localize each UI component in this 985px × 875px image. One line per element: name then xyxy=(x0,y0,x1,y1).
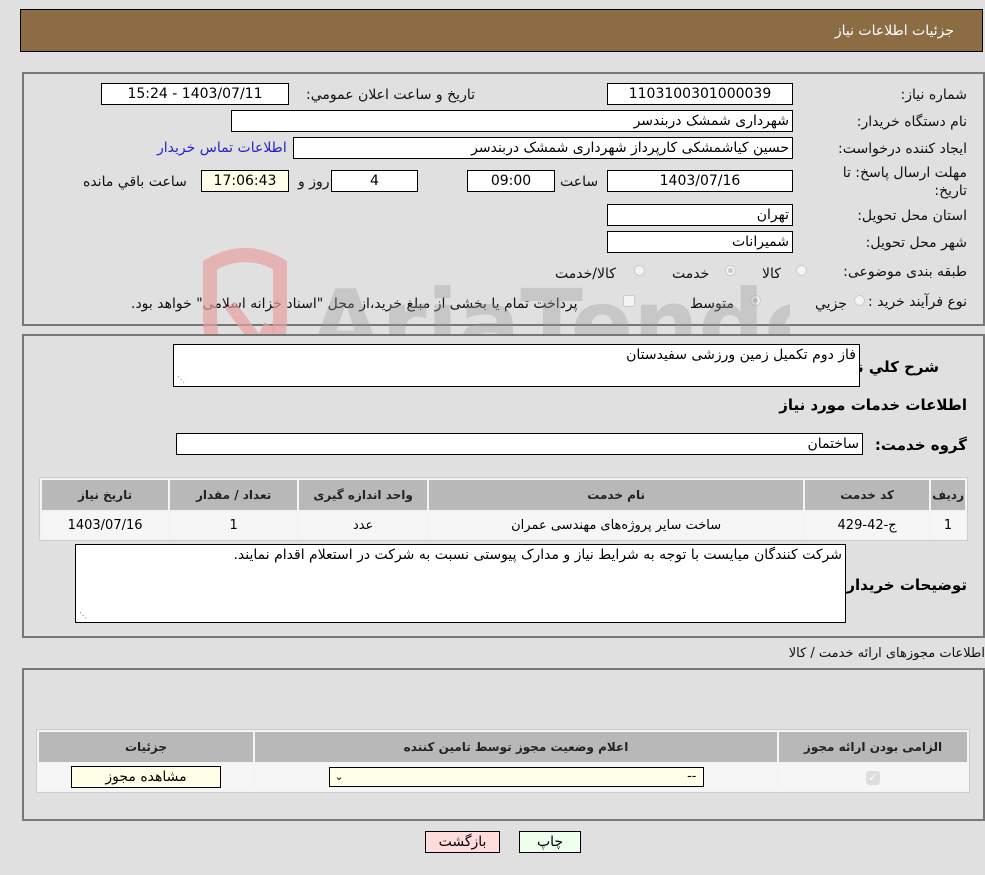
city-field[interactable]: شمیرانات xyxy=(607,231,793,253)
deadline-time-field[interactable]: 09:00 xyxy=(467,170,555,192)
summary-text: فاز دوم تکمیل زمین ورزشی سفیدستان xyxy=(626,347,856,363)
page-title: جزئیات اطلاعات نیاز xyxy=(834,23,954,39)
process-radio-minor[interactable] xyxy=(854,295,865,306)
resize-handle-icon[interactable]: ⋰ xyxy=(177,376,185,384)
buyer-org-field[interactable]: شهرداری شمشک دربندسر xyxy=(231,110,793,132)
remaining-label: ساعت باقي مانده xyxy=(83,174,187,190)
category-option-goods: کالا xyxy=(762,266,781,282)
process-option-medium: متوسط xyxy=(690,296,734,312)
back-button[interactable]: بازگشت xyxy=(425,831,500,853)
province-field[interactable]: تهران xyxy=(607,204,793,226)
category-option-goods-service: کالا/خدمت xyxy=(555,266,616,282)
table-row: 1 ج-42-429 ساخت سایر پروژه‌های مهندسی عم… xyxy=(42,512,965,538)
col-qty: تعداد / مقدار xyxy=(170,480,298,510)
cell-date: 1403/07/16 xyxy=(42,512,169,538)
col-code: کد خدمت xyxy=(805,480,930,510)
treasury-note: پرداخت تمام یا بخشی از مبلغ خرید،از محل … xyxy=(131,296,578,312)
services-table: ردیف کد خدمت نام خدمت واحد اندازه گیری ت… xyxy=(39,477,968,541)
cell-code: ج-42-429 xyxy=(805,512,930,538)
announce-field[interactable]: 1403/07/11 - 15:24 xyxy=(101,83,289,105)
deadline-label: مهلت ارسال پاسخ: تا xyxy=(842,165,967,181)
category-option-service: خدمت xyxy=(672,266,710,282)
category-radio-service[interactable] xyxy=(725,265,736,276)
permits-table-header: الزامی بودن ارائه مجوز اعلام وضعیت مجوز … xyxy=(39,732,967,762)
creator-label: ایجاد کننده درخواست: xyxy=(838,141,967,157)
buyer-org-label: نام دستگاه خریدار: xyxy=(856,114,967,130)
page-header: جزئیات اطلاعات نیاز xyxy=(20,9,983,52)
permits-table: الزامی بودن ارائه مجوز اعلام وضعیت مجوز … xyxy=(36,729,970,793)
buyer-contact-link[interactable]: اطلاعات تماس خریدار xyxy=(157,140,287,156)
required-checkbox[interactable]: ✓ xyxy=(866,770,880,785)
category-label: طبقه بندی موضوعی: xyxy=(843,264,967,280)
view-permit-button[interactable]: مشاهده مجوز xyxy=(71,766,221,788)
announce-label: تاریخ و ساعت اعلان عمومي: xyxy=(306,87,475,103)
need-number-field[interactable]: 1103100301000039 xyxy=(607,83,793,105)
col-details: جزئیات xyxy=(39,732,253,762)
deadline-label-2: تاریخ: xyxy=(934,183,967,199)
province-label: استان محل تحویل: xyxy=(857,208,967,224)
cell-qty: 1 xyxy=(170,512,298,538)
process-label: نوع فرآیند خرید : xyxy=(868,294,967,310)
remaining-time-field[interactable]: 17:06:43 xyxy=(201,170,289,192)
services-table-header: ردیف کد خدمت نام خدمت واحد اندازه گیری ت… xyxy=(42,480,965,510)
summary-textarea[interactable]: فاز دوم تکمیل زمین ورزشی سفیدستان ⋰ xyxy=(173,344,860,387)
cell-row: 1 xyxy=(931,512,965,538)
col-unit: واحد اندازه گیری xyxy=(299,480,428,510)
deadline-time-label: ساعت xyxy=(560,174,599,190)
status-select-value: -- xyxy=(687,769,697,784)
cell-unit: عدد xyxy=(299,512,428,538)
col-date: تاریخ نیاز xyxy=(42,480,169,510)
process-radio-medium[interactable] xyxy=(750,295,761,306)
print-button[interactable]: چاپ xyxy=(519,831,581,853)
service-group-field[interactable]: ساختمان xyxy=(176,433,863,455)
days-remaining-field[interactable]: 4 xyxy=(331,170,418,192)
deadline-date-field[interactable]: 1403/07/16 xyxy=(607,170,793,192)
buyer-notes-label: توضیحات خریدار: xyxy=(840,576,967,594)
category-radio-goods[interactable] xyxy=(796,265,807,276)
buyer-notes-text: شرکت کنندگان میایست با توجه به شرایط نیا… xyxy=(233,547,842,563)
resize-handle-icon[interactable]: ⋰ xyxy=(79,612,87,620)
col-row: ردیف xyxy=(931,480,965,510)
treasury-checkbox[interactable] xyxy=(623,295,635,307)
cell-name: ساخت سایر پروژه‌های مهندسی عمران xyxy=(429,512,804,538)
services-title: اطلاعات خدمات مورد نیاز xyxy=(779,396,967,414)
city-label: شهر محل تحویل: xyxy=(865,235,967,251)
process-option-minor: جزيي xyxy=(815,296,847,312)
buyer-notes-textarea[interactable]: شرکت کنندگان میایست با توجه به شرایط نیا… xyxy=(75,544,846,623)
col-status: اعلام وضعیت مجوز توسط تامین کننده xyxy=(255,732,777,762)
cell-required: ✓ xyxy=(779,764,967,790)
need-number-label: شماره نیاز: xyxy=(900,87,968,103)
service-group-label: گروه خدمت: xyxy=(874,436,967,454)
col-name: نام خدمت xyxy=(429,480,804,510)
table-row: ✓ -- ⌄ مشاهده مجوز xyxy=(39,764,967,790)
status-select[interactable]: -- ⌄ xyxy=(328,767,704,787)
col-required: الزامی بودن ارائه مجوز xyxy=(779,732,967,762)
cell-status: -- ⌄ xyxy=(255,764,777,790)
creator-field[interactable]: حسین کیاشمشکی کارپرداز شهرداری شمشک دربن… xyxy=(293,137,793,159)
chevron-down-icon: ⌄ xyxy=(334,770,344,783)
permits-title: اطلاعات مجوزهای ارائه خدمت / کالا xyxy=(788,646,985,661)
days-label: روز و xyxy=(298,174,330,190)
category-radio-goods-service[interactable] xyxy=(634,265,645,276)
cell-details: مشاهده مجوز xyxy=(39,764,253,790)
